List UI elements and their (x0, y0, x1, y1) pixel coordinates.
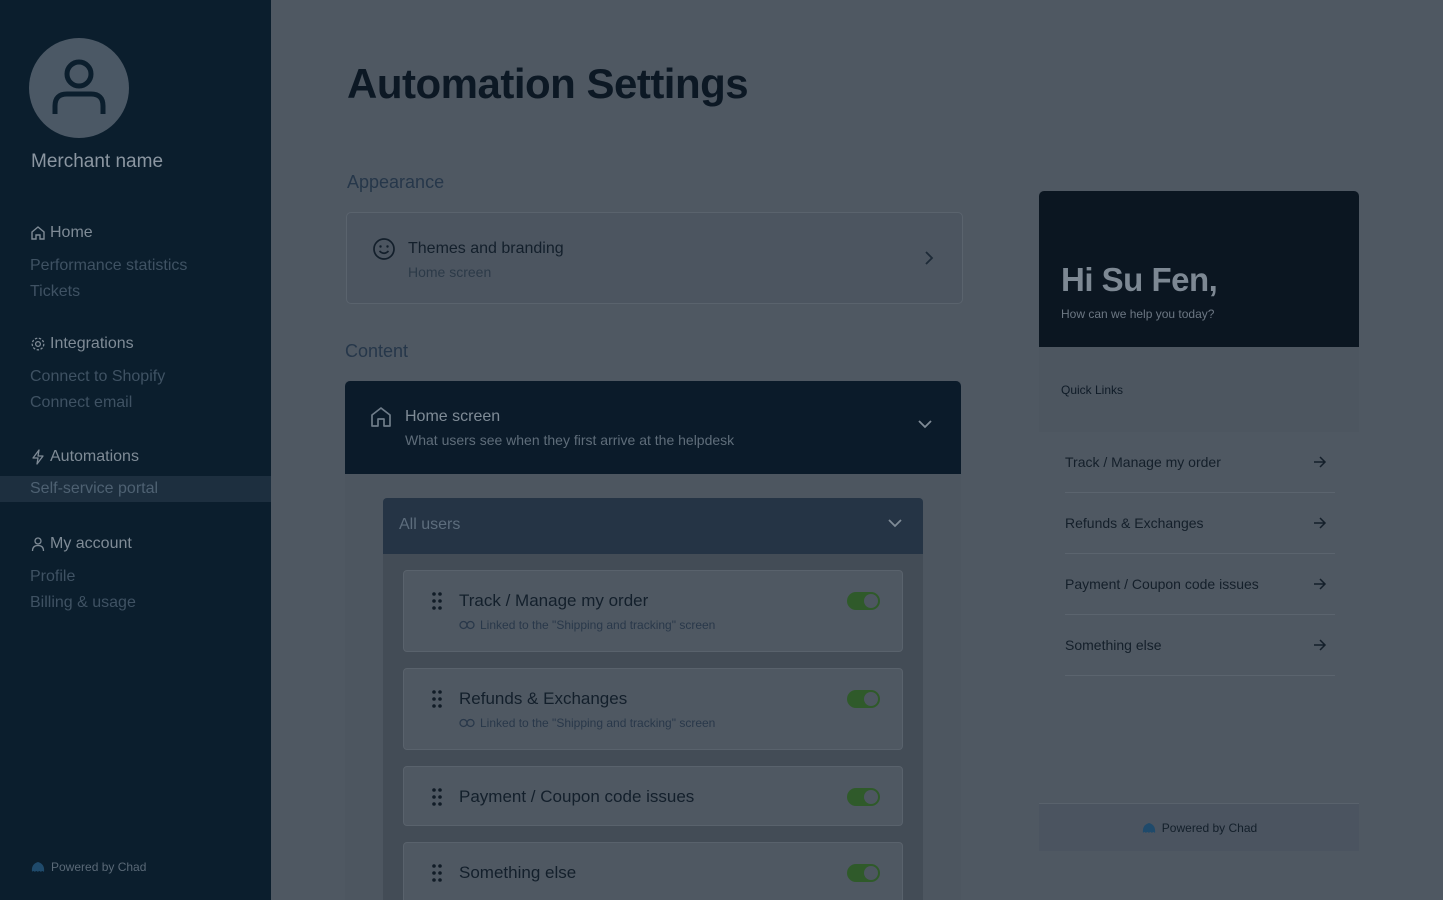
quick-link-linked-text: Linked to the "Shipping and tracking" sc… (480, 716, 716, 730)
nav-head-label: My account (50, 535, 132, 552)
preview-link-item[interactable]: Payment / Coupon code issues (1065, 554, 1335, 615)
appearance-label: Appearance (347, 172, 445, 192)
drag-handle-icon[interactable] (432, 864, 442, 882)
sidebar-item-profile[interactable]: Profile (0, 564, 271, 590)
sidebar-item-connect-shopify[interactable]: Connect to Shopify (0, 364, 271, 390)
nav-head-automations[interactable]: Automations (0, 446, 271, 468)
home-icon (31, 226, 45, 240)
quick-link-title: Refunds & Exchanges (459, 689, 628, 708)
sidebar: Merchant name Home Performance statistic… (0, 0, 271, 900)
quick-link-title: Something else (459, 863, 577, 882)
arrow-right-icon (1314, 578, 1327, 590)
sidebar-item-performance-statistics[interactable]: Performance statistics (0, 253, 271, 279)
nav-head-label: Home (50, 224, 93, 241)
link-icon (459, 718, 475, 728)
drag-handle-icon[interactable] (432, 592, 442, 610)
nav-section-home: Home Performance statistics Tickets (0, 222, 271, 305)
avatar[interactable] (29, 38, 129, 138)
preview-header: Hi Su Fen, How can we help you today? (1039, 191, 1359, 347)
preview-link-item[interactable]: Refunds & Exchanges (1065, 493, 1335, 554)
chevron-right-icon (925, 251, 934, 265)
user-icon (31, 537, 45, 552)
themes-branding-subtitle: Home screen (408, 264, 492, 280)
preview-link-item[interactable]: Track / Manage my order (1065, 432, 1335, 493)
drag-handle-icon[interactable] (432, 690, 442, 708)
preview-link-label: Track / Manage my order (1065, 454, 1221, 470)
arrow-right-icon (1314, 639, 1327, 651)
quick-link-linked-text: Linked to the "Shipping and tracking" sc… (480, 618, 716, 632)
preview-links-list: Track / Manage my order Refunds & Exchan… (1065, 432, 1335, 676)
nav-head-my-account[interactable]: My account (0, 533, 271, 555)
preview-quick-links-header: Quick Links (1039, 347, 1359, 432)
quick-link-card[interactable]: Payment / Coupon code issues (403, 766, 903, 826)
home-screen-header[interactable]: Home screen What users see when they fir… (345, 381, 961, 474)
home-icon (371, 407, 391, 427)
chevron-down-icon (918, 420, 932, 429)
quick-link-card[interactable]: Track / Manage my order Linked to the "S… (403, 570, 903, 652)
sidebar-item-connect-email[interactable]: Connect email (0, 390, 271, 416)
quick-link-toggle[interactable] (847, 788, 880, 806)
quick-link-title: Payment / Coupon code issues (459, 787, 695, 806)
home-screen-panel: Home screen What users see when they fir… (345, 381, 961, 900)
chad-logo-icon (1142, 822, 1155, 833)
sidebar-item-self-service-portal[interactable]: Self-service portal (0, 476, 271, 502)
arrow-right-icon (1314, 517, 1327, 529)
preview-link-label: Something else (1065, 637, 1162, 653)
quick-links-list: Track / Manage my order Linked to the "S… (383, 554, 923, 900)
merchant-name: Merchant name (31, 151, 164, 172)
bolt-icon (32, 449, 44, 465)
themes-branding-card[interactable]: Themes and branding Home screen (346, 212, 963, 304)
preview-footer-text: Powered by Chad (1161, 820, 1258, 835)
home-screen-subtitle: What users see when they first arrive at… (405, 432, 735, 448)
quick-link-card[interactable]: Refunds & Exchanges Linked to the "Shipp… (403, 668, 903, 750)
nav-section-integrations: Integrations Connect to Shopify Connect … (0, 333, 271, 416)
gear-icon (31, 337, 45, 351)
smiley-icon (373, 238, 395, 260)
sidebar-item-tickets[interactable]: Tickets (0, 279, 271, 305)
chevron-down-icon (888, 519, 902, 528)
home-screen-title: Home screen (405, 408, 501, 425)
content-label: Content (345, 341, 409, 361)
chad-logo-icon (31, 862, 45, 872)
preview-link-label: Payment / Coupon code issues (1065, 576, 1259, 592)
preview-link-item[interactable]: Something else (1065, 615, 1335, 676)
quick-link-title: Track / Manage my order (459, 591, 649, 610)
nav-head-home[interactable]: Home (0, 222, 271, 244)
quick-link-linked-note: Linked to the "Shipping and tracking" sc… (459, 618, 715, 632)
user-avatar-icon (52, 59, 106, 114)
sidebar-footer: Powered by Chad (30, 860, 146, 874)
nav-section-my-account: My account Profile Billing & usage (0, 533, 271, 616)
preview-link-label: Refunds & Exchanges (1065, 515, 1204, 531)
themes-branding-title: Themes and branding (408, 240, 564, 257)
nav-head-label: Integrations (50, 335, 134, 352)
preview-greeting: Hi Su Fen, (1061, 261, 1218, 298)
preview-subtitle: How can we help you today? (1061, 307, 1215, 321)
nav-head-integrations[interactable]: Integrations (0, 333, 271, 355)
quick-link-linked-note: Linked to the "Shipping and tracking" sc… (459, 716, 715, 730)
preview-quick-links-label: Quick Links (1061, 383, 1124, 397)
quick-link-toggle[interactable] (847, 592, 880, 610)
nav-section-automations: Automations Self-service portal (0, 446, 271, 502)
portal-preview: Hi Su Fen, How can we help you today? Qu… (1039, 191, 1359, 851)
nav-head-label: Automations (50, 448, 139, 465)
quick-link-card[interactable]: Something else (403, 842, 903, 900)
page-title: Automation Settings (347, 60, 749, 107)
quick-link-toggle[interactable] (847, 690, 880, 708)
quick-link-toggle[interactable] (847, 864, 880, 882)
arrow-right-icon (1314, 456, 1327, 468)
link-icon (459, 620, 475, 630)
audience-select[interactable]: All users (383, 498, 923, 554)
drag-handle-icon[interactable] (432, 788, 442, 806)
sidebar-item-billing-usage[interactable]: Billing & usage (0, 590, 271, 616)
preview-footer: Powered by Chad (1039, 803, 1359, 851)
audience-select-value: All users (399, 516, 461, 533)
sidebar-footer-text: Powered by Chad (51, 860, 147, 874)
